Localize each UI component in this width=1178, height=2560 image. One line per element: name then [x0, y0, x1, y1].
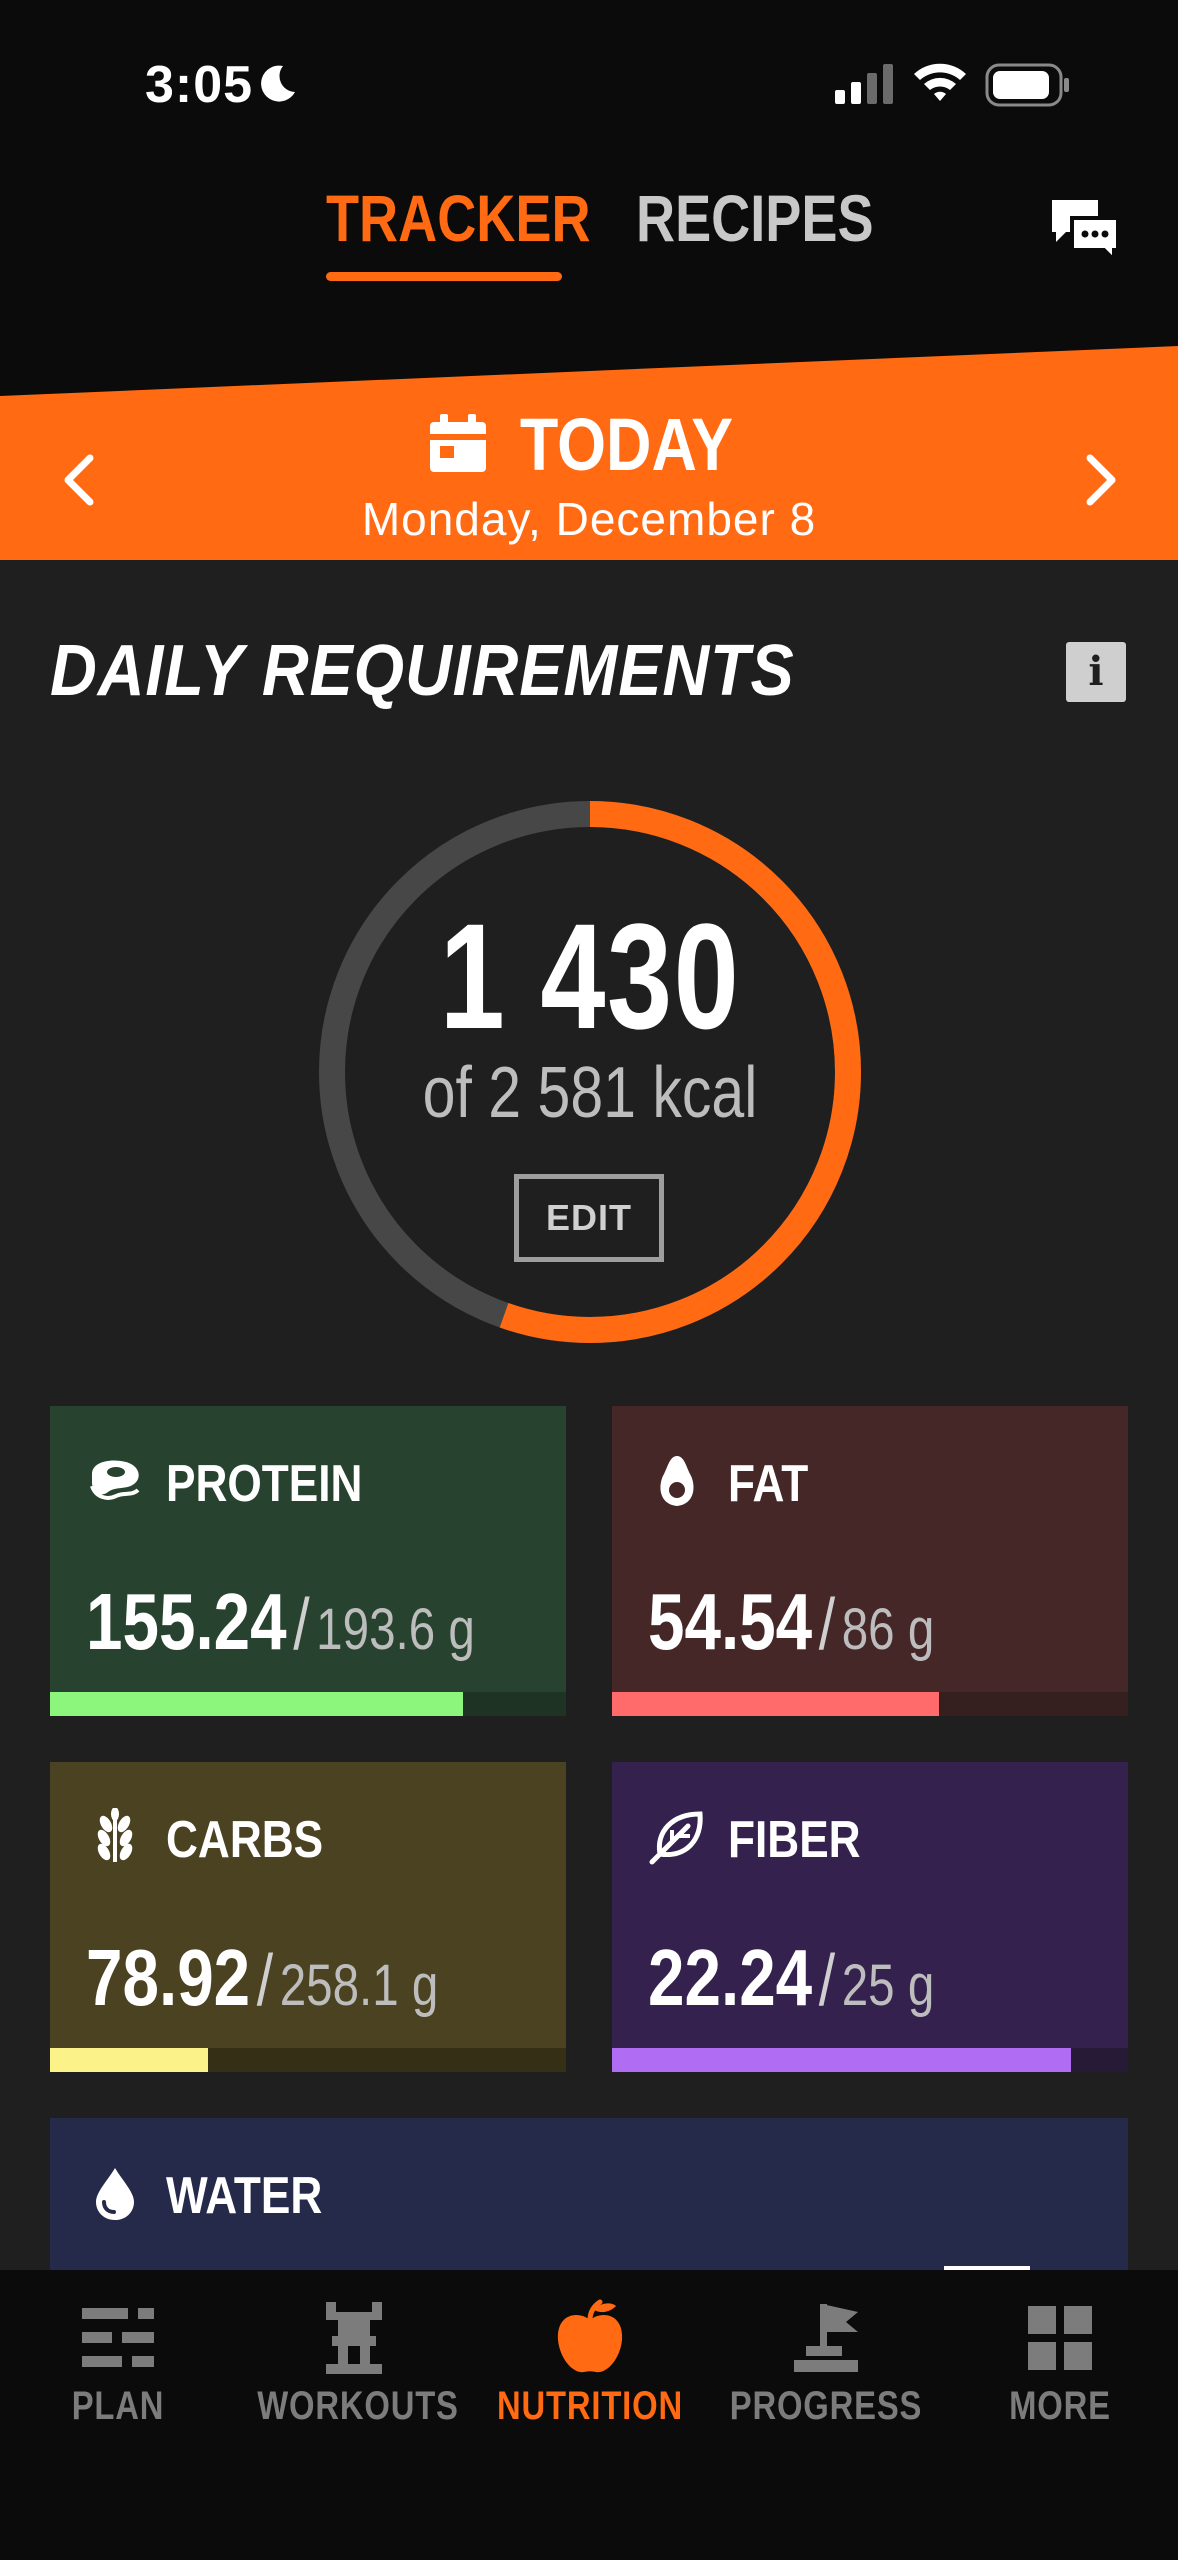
grid-icon [1028, 2306, 1092, 2370]
nav-more[interactable]: MORE [942, 2298, 1178, 2429]
top-tab-bar: TRACKER RECIPES [0, 180, 1178, 290]
active-tab-indicator [326, 272, 562, 281]
wifi-icon [914, 63, 966, 101]
nav-plan[interactable]: PLAN [0, 2298, 236, 2429]
protein-goal: 193.6 g [316, 1597, 475, 1662]
fat-consumed: 54.54 [648, 1577, 813, 1666]
daily-requirements-panel: DAILY REQUIREMENTS i 1 430 of 2 581 kcal… [0, 560, 1178, 2278]
nav-nutrition[interactable]: NUTRITION [472, 2298, 708, 2429]
wheat-icon [97, 1808, 133, 1862]
protein-consumed: 155.24 [86, 1577, 287, 1666]
status-bar: 3:05 [0, 0, 1178, 170]
carbs-card[interactable]: CARBS 78.92/258.1 g [50, 1762, 566, 2072]
current-date: Monday, December 8 [361, 493, 817, 545]
protein-card[interactable]: PROTEIN 155.24/193.6 g [50, 1406, 566, 1716]
bottom-nav: PLAN WORKOUTS NUTRITION PROGRESS MORE [0, 2270, 1178, 2560]
fat-progress-fill [612, 1692, 940, 1716]
separator: / [818, 1941, 836, 2021]
fiber-label: FIBER [728, 1811, 861, 1869]
protein-progress-track [50, 1692, 566, 1716]
nav-progress[interactable]: PROGRESS [708, 2298, 944, 2429]
today-heading[interactable]: TODAY [0, 402, 1178, 487]
fat-card[interactable]: FAT 54.54/86 g [612, 1406, 1128, 1716]
carbs-consumed: 78.92 [86, 1933, 251, 2022]
cellular-signal-icon [835, 64, 893, 104]
fiber-card[interactable]: FIBER 22.24/25 g [612, 1762, 1128, 2072]
fat-value: 54.54/86 g [648, 1576, 934, 1668]
moon-icon [261, 65, 295, 102]
carbs-value: 78.92/258.1 g [86, 1932, 438, 2024]
fiber-value: 22.24/25 g [648, 1932, 934, 2024]
plan-icon [82, 2308, 154, 2367]
fiber-consumed: 22.24 [648, 1933, 813, 2022]
fiber-progress-track [612, 2048, 1128, 2072]
fat-progress-track [612, 1692, 1128, 1716]
carbs-progress-track [50, 2048, 566, 2072]
nav-label: WORKOUTS [257, 2384, 459, 2428]
chat-icon[interactable] [1050, 198, 1120, 264]
tab-tracker[interactable]: TRACKER [326, 180, 591, 256]
water-label: WATER [166, 2167, 323, 2225]
section-title: DAILY REQUIREMENTS [50, 631, 795, 711]
apple-icon [557, 2299, 623, 2373]
nav-label: PLAN [71, 2384, 165, 2428]
nav-label: PROGRESS [729, 2384, 923, 2428]
carbs-goal: 258.1 g [279, 1953, 439, 2018]
water-drop-icon [96, 2168, 134, 2220]
status-time: 3:05 [145, 56, 254, 114]
workouts-icon [326, 2302, 382, 2374]
fiber-progress-fill [612, 2048, 1072, 2072]
fat-goal: 86 g [841, 1597, 935, 1662]
nav-label: NUTRITION [497, 2384, 683, 2428]
water-card[interactable]: WATER [50, 2118, 1128, 2278]
calendar-icon [430, 413, 487, 472]
info-button[interactable]: i [1066, 642, 1126, 702]
steak-icon [90, 1460, 140, 1500]
protein-label: PROTEIN [166, 1455, 363, 1513]
fiber-goal: 25 g [841, 1953, 935, 2018]
flag-icon [794, 2304, 858, 2372]
battery-icon [985, 63, 1069, 107]
tab-recipes[interactable]: RECIPES [636, 180, 874, 256]
leaf-icon [649, 1811, 703, 1865]
separator: / [256, 1941, 274, 2021]
separator: / [818, 1585, 836, 1665]
carbs-label: CARBS [166, 1811, 324, 1869]
carbs-progress-fill [50, 2048, 208, 2072]
fat-label: FAT [728, 1455, 809, 1513]
separator: / [293, 1585, 310, 1665]
today-label: TODAY [519, 403, 733, 486]
avocado-icon [660, 1456, 694, 1506]
protein-value: 155.24/193.6 g [86, 1576, 475, 1668]
protein-progress-fill [50, 1692, 463, 1716]
edit-goal-button[interactable]: EDIT [514, 1174, 664, 1262]
nav-label: MORE [1009, 2384, 1111, 2428]
calories-consumed: 1 430 [439, 892, 741, 1060]
date-banner: TODAY Monday, December 8 [0, 340, 1178, 560]
nav-workouts[interactable]: WORKOUTS [236, 2298, 472, 2429]
calories-goal: of 2 581 kcal [422, 1053, 758, 1133]
